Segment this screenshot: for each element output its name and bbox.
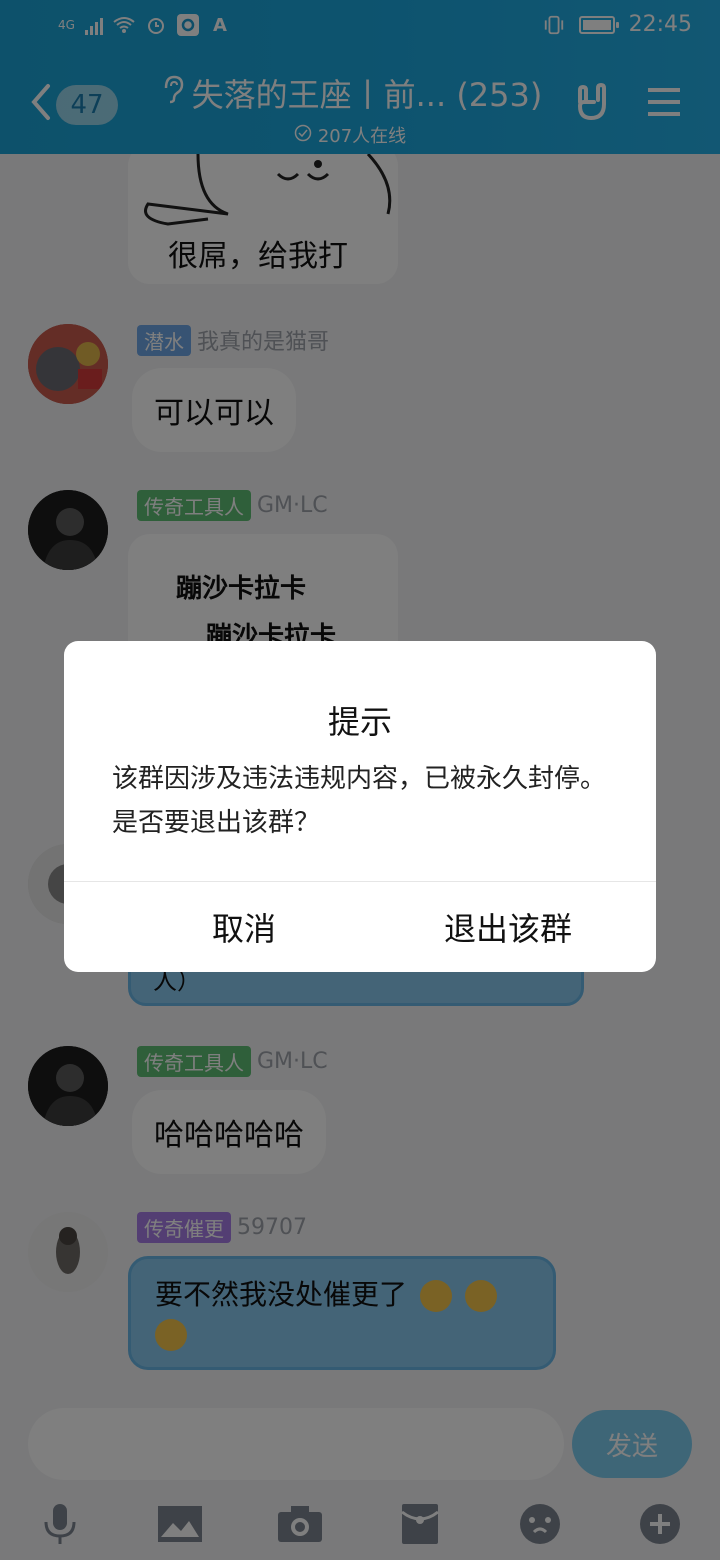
cancel-button[interactable]: 取消 [96, 882, 392, 972]
alert-dialog: 提示 该群因涉及违法违规内容，已被永久封停。是否要退出该群？ 取消 退出该群 [64, 641, 656, 972]
exit-group-button[interactable]: 退出该群 [360, 882, 656, 972]
dialog-message: 该群因涉及违法违规内容，已被永久封停。是否要退出该群？ [112, 764, 607, 838]
dialog-title: 提示 [327, 703, 392, 741]
